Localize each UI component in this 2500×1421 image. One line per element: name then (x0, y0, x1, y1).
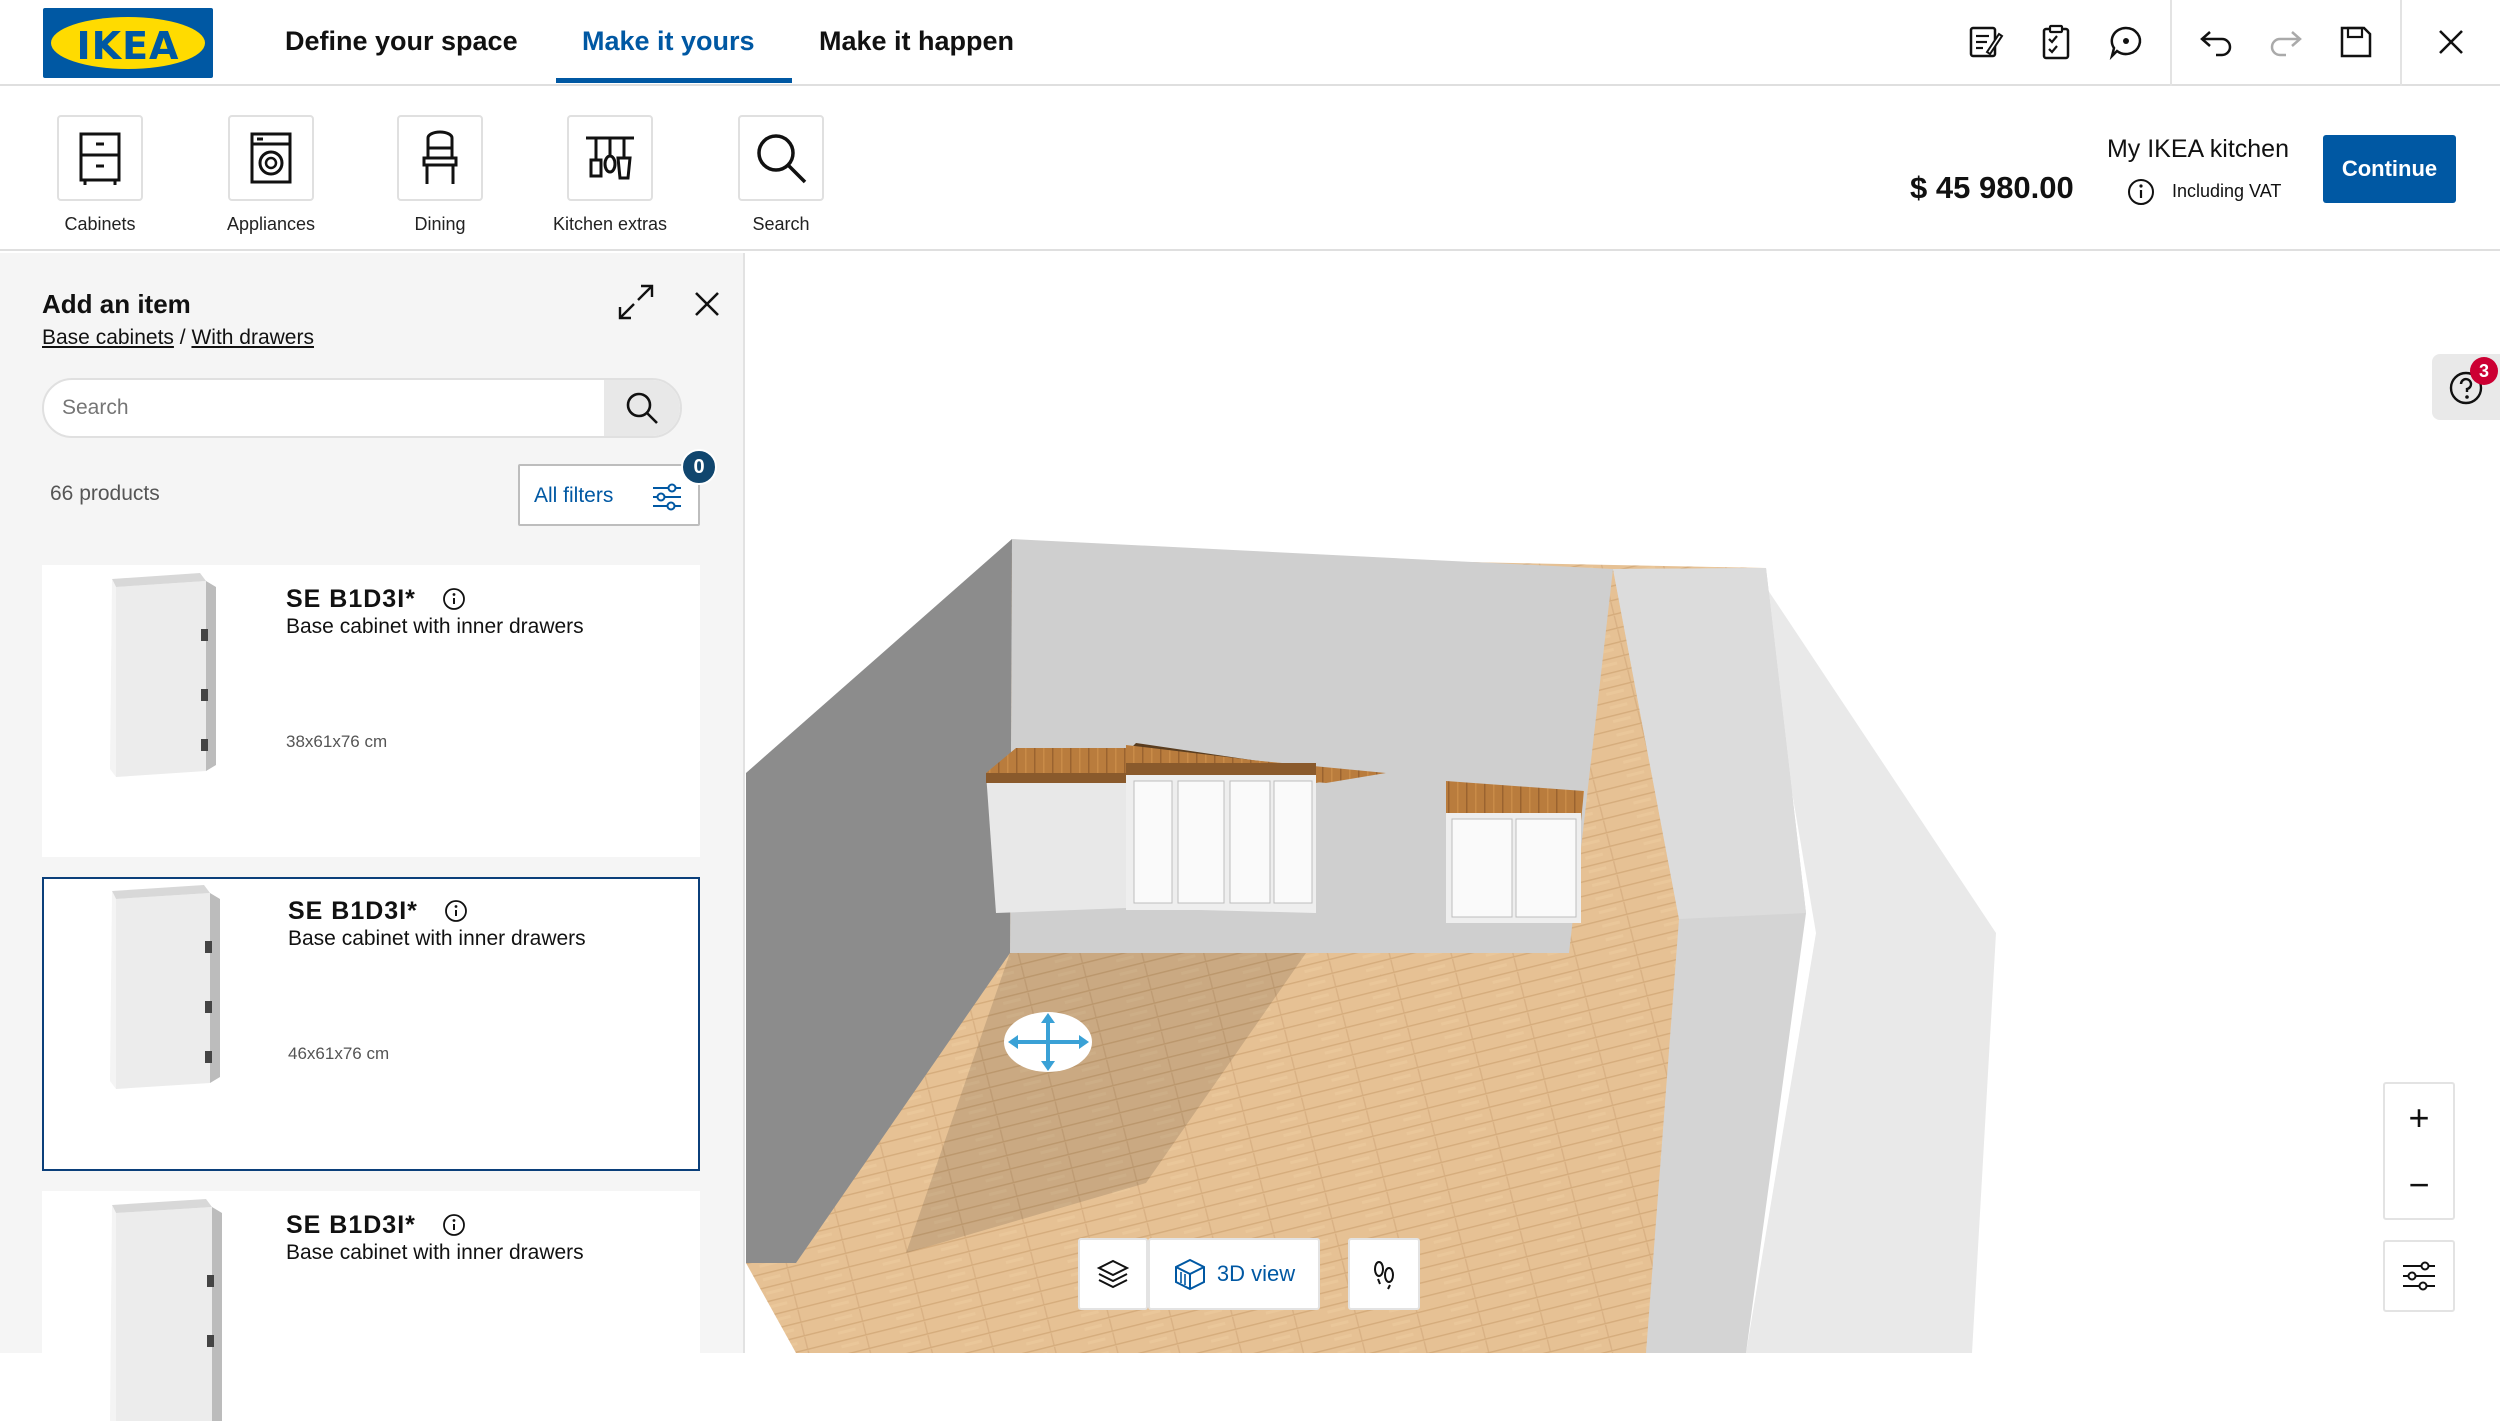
zoom-in-button[interactable]: + (2385, 1084, 2453, 1151)
category-dining[interactable]: Dining (396, 115, 484, 234)
filters-label: All filters (534, 484, 614, 507)
sliders-icon (2403, 1261, 2435, 1291)
category-bar: Cabinets Appliances Dining Kitchen extra… (0, 88, 2500, 251)
cabinet-icon (57, 115, 143, 201)
search-icon (738, 115, 824, 201)
search-input[interactable] (44, 380, 606, 436)
washing-machine-icon (228, 115, 314, 201)
product-image (110, 1199, 222, 1421)
close-panel-icon[interactable] (691, 288, 723, 320)
product-name: SE B1D3I* (288, 897, 418, 925)
room-3d-render[interactable] (746, 253, 2500, 1353)
product-dimensions: 38x61x76 cm (286, 732, 388, 751)
category-label: Cabinets (64, 214, 136, 234)
tab-make-it-happen[interactable]: Make it happen (819, 26, 1014, 57)
product-image (110, 885, 220, 1089)
category-label: Search (752, 214, 810, 234)
tab-make-it-yours[interactable]: Make it yours (582, 26, 755, 57)
undo-icon[interactable] (2196, 22, 2236, 62)
search-icon (626, 392, 658, 424)
category-label: Kitchen extras (552, 214, 668, 234)
product-description: Base cabinet with inner drawers (288, 927, 586, 950)
total-price: $ 45 980.00 (1910, 170, 2074, 205)
floor-plan-icon (1096, 1259, 1130, 1289)
3d-view-button[interactable]: 3D view (1148, 1238, 1320, 1310)
close-icon[interactable] (2431, 22, 2471, 62)
sliders-icon (653, 483, 681, 511)
add-item-panel: Add an item Base cabinets / With drawers… (0, 253, 745, 1421)
logo-text: IKEA (76, 24, 180, 68)
category-label: Appliances (226, 214, 316, 234)
notes-icon[interactable] (1965, 22, 2005, 62)
view-settings-button[interactable] (2383, 1240, 2455, 1312)
zoom-out-button[interactable]: − (2385, 1151, 2453, 1218)
3d-cube-icon (1174, 1258, 1205, 1291)
top-bar: IKEA Define your space Make it yours Mak… (0, 0, 2500, 86)
breadcrumb: Base cabinets / With drawers (42, 326, 314, 350)
breadcrumb-base-cabinets[interactable]: Base cabinets (42, 326, 174, 349)
2d-plan-view-button[interactable] (1078, 1238, 1148, 1310)
category-label: Dining (414, 214, 466, 234)
walk-mode-button[interactable] (1348, 1238, 1420, 1310)
panel-title: Add an item (42, 289, 191, 319)
tab-define-your-space[interactable]: Define your space (285, 26, 518, 57)
vat-note: Including VAT (2172, 181, 2282, 201)
kitchen-utensils-icon (567, 115, 653, 201)
save-icon[interactable] (2336, 22, 2376, 62)
breadcrumb-with-drawers[interactable]: With drawers (191, 326, 314, 349)
product-dimensions: 46x61x76 cm (288, 1044, 390, 1063)
product-card-selected[interactable]: SE B1D3I* Base cabinet with inner drawer… (42, 877, 700, 1171)
product-name: SE B1D3I* (286, 585, 416, 613)
all-filters-button[interactable]: All filters (518, 464, 700, 526)
category-kitchen-extras[interactable]: Kitchen extras (553, 115, 667, 234)
filters-count-badge: 0 (681, 449, 717, 485)
continue-button[interactable]: Continue (2323, 135, 2456, 203)
info-icon[interactable] (2126, 177, 2156, 207)
toolbar-divider (2170, 0, 2172, 86)
product-count: 66 products (50, 482, 160, 505)
product-name: SE B1D3I* (286, 1211, 416, 1239)
category-search[interactable]: Search (737, 115, 825, 234)
checklist-icon[interactable] (2036, 22, 2076, 62)
kitchen-name: My IKEA kitchen (2106, 135, 2289, 163)
chair-icon (397, 115, 483, 201)
footprints-icon (1374, 1261, 1394, 1290)
3d-viewport[interactable] (746, 253, 2500, 1353)
help-notification-badge: 3 (2470, 357, 2498, 385)
redo-icon[interactable] (2266, 22, 2306, 62)
active-tab-indicator (556, 78, 792, 83)
expand-icon[interactable] (616, 282, 656, 322)
product-card[interactable]: SE B1D3I* Base cabinet with inner drawer… (42, 1191, 700, 1421)
product-description: Base cabinet with inner drawers (286, 1241, 584, 1264)
zoom-controls: + − (2383, 1082, 2455, 1220)
info-icon[interactable] (442, 1213, 466, 1237)
product-description: Base cabinet with inner drawers (286, 615, 584, 638)
chat-icon[interactable] (2106, 22, 2146, 62)
category-appliances[interactable]: Appliances (227, 115, 315, 234)
breadcrumb-separator: / (179, 326, 186, 349)
view-mode-label: 3D view (1216, 1261, 1296, 1286)
product-image (110, 573, 216, 777)
info-icon[interactable] (442, 587, 466, 611)
category-cabinets[interactable]: Cabinets (56, 115, 144, 234)
product-card[interactable]: SE B1D3I* Base cabinet with inner drawer… (42, 565, 700, 857)
search-button[interactable] (604, 380, 680, 436)
search-box (42, 378, 682, 438)
ikea-logo[interactable]: IKEA (43, 8, 213, 78)
info-icon[interactable] (444, 899, 468, 923)
toolbar-divider (2400, 0, 2402, 86)
